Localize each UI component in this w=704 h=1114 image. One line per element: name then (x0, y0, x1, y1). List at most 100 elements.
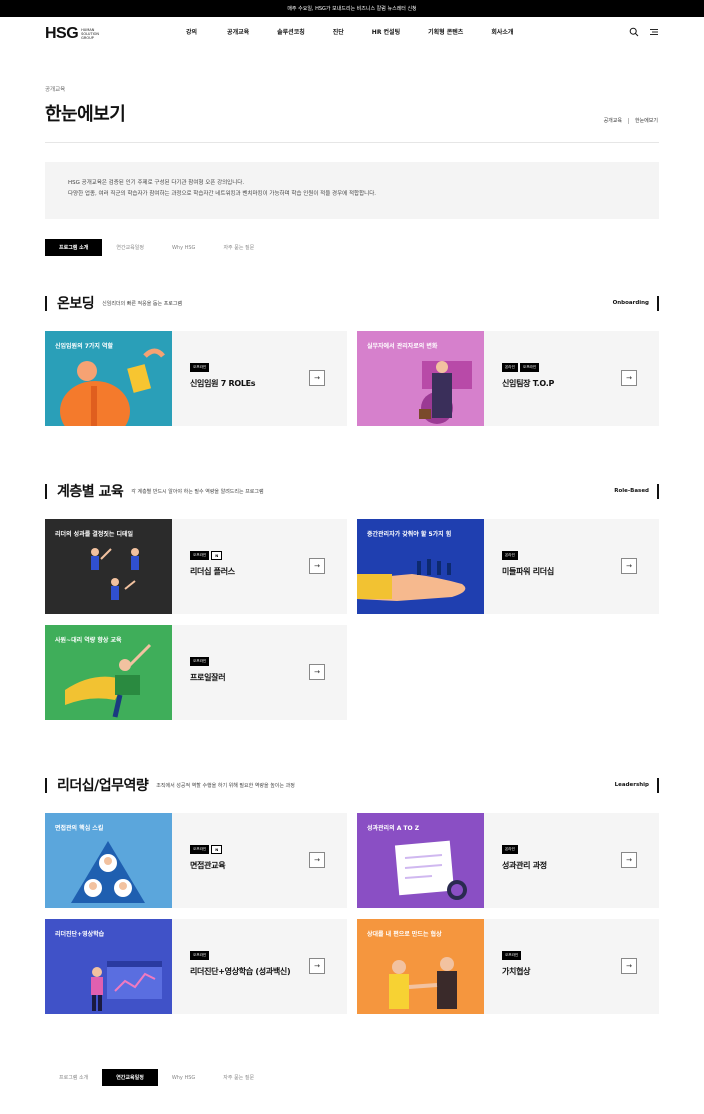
section-english-title: Role-Based (614, 488, 649, 494)
arrow-right-icon[interactable]: → (621, 852, 637, 868)
course-title[interactable]: 신임팀장 T.O.P (502, 378, 554, 389)
course-info: 오프라인 가치협상 (502, 951, 531, 977)
badge-online: 온라인 (502, 363, 518, 372)
course-info: 온라인 미들파워 리더십 (502, 551, 554, 577)
arrow-right-icon[interactable]: → (309, 664, 325, 680)
nav-item-about[interactable]: 회사소개 (491, 27, 513, 36)
course-card[interactable]: 중간관리자가 갖춰야 할 5가지 힘 온라인 미들파워 리더십 → (357, 519, 659, 614)
course-image: 상대를 내 편으로 만드는 협상 (357, 919, 484, 1014)
nav-item-open-education[interactable]: 공개교육 (227, 27, 249, 36)
course-image-caption: 리더진단+영상학습 (55, 931, 105, 938)
arrow-right-icon[interactable]: → (309, 958, 325, 974)
logo-subtext: HUMAN SOLUTION GROUP (81, 28, 100, 40)
section-title: 리더십/업무역량 (57, 778, 149, 794)
course-image: 리더진단+영상학습 (45, 919, 172, 1014)
menu-icon[interactable] (649, 27, 659, 37)
logo[interactable]: HSG HUMAN SOLUTION GROUP (45, 25, 111, 43)
badge-group: 오프라인 (190, 657, 225, 666)
course-info: 오프라인 신임임원 7 ROLEs (190, 363, 256, 389)
section-end-bar (657, 295, 659, 311)
title-divider (45, 142, 659, 143)
logo-text: HSG (45, 25, 79, 42)
course-card[interactable]: 리더진단+영상학습 오프라인 리더진단+영상학습 (성과백신) → (45, 919, 347, 1014)
tab-program-intro[interactable]: 프로그램 소개 (45, 239, 103, 256)
course-title[interactable]: 미들파워 리더십 (502, 566, 554, 577)
tab-why-hsg[interactable]: Why HSG (158, 239, 209, 256)
course-image-caption: 리더의 성과를 결정짓는 디테일 (55, 531, 134, 538)
course-image-caption: 상대를 내 편으로 만드는 협상 (367, 931, 442, 938)
course-info: 오프라인 리더진단+영상학습 (성과백신) (190, 951, 291, 977)
tab-faq[interactable]: 자주 묻는 질문 (209, 1069, 268, 1086)
tab-why-hsg[interactable]: Why HSG (158, 1069, 209, 1086)
course-image: 성과관리의 A TO Z (357, 813, 484, 908)
badge-new: N (211, 845, 223, 854)
badge-group: 오프라인 N (190, 845, 225, 854)
intro-line: HSG 공개교육은 검증된 인기 주제로 구성된 다기관 참여형 오픈 강의입니… (68, 180, 245, 186)
badge-group: 오프라인 (190, 951, 290, 960)
course-image-caption: 사원~대리 역량 향상 교육 (55, 637, 122, 644)
nav-item-planned-content[interactable]: 기획형 콘텐츠 (428, 27, 463, 36)
tab-annual-schedule[interactable]: 연간교육일정 (102, 239, 158, 256)
breadcrumb: 공개교육 한눈에보기 (604, 117, 658, 124)
section-english-title: Leadership (614, 782, 649, 788)
breadcrumb-item-overview[interactable]: 한눈에보기 (635, 117, 658, 124)
arrow-right-icon[interactable]: → (309, 370, 325, 386)
course-info: 오프라인 N 면접관교육 (190, 845, 226, 871)
arrow-right-icon[interactable]: → (309, 852, 325, 868)
breadcrumb-divider (627, 117, 629, 124)
course-card[interactable]: 상대를 내 편으로 만드는 협상 오프라인 가치협상 → (357, 919, 659, 1014)
course-info: 오프라인 N 리더십 플러스 (190, 551, 235, 577)
intro-line: 다양한 업종, 여러 직군의 학습자가 참여하는 과정으로 학습자간 네트워킹과… (68, 191, 377, 197)
topbar-text[interactable]: 매주 수요일, HSG가 보내드리는 비즈니스 칼럼 뉴스레터 신청 (287, 5, 416, 12)
course-title[interactable]: 가치협상 (502, 966, 531, 977)
course-card[interactable]: 신임임원의 7가지 역할 오프라인 신임임원 7 ROLEs → (45, 331, 347, 426)
course-image-caption: 실무자에서 관리자로의 변화 (367, 343, 438, 350)
course-title[interactable]: 면접관교육 (190, 860, 226, 871)
course-title[interactable]: 리더진단+영상학습 (성과백신) (190, 966, 291, 977)
newsletter-topbar[interactable]: 매주 수요일, HSG가 보내드리는 비즈니스 칼럼 뉴스레터 신청 (0, 0, 704, 17)
section-english-title: Onboarding (612, 300, 649, 306)
badge-offline: 오프라인 (190, 551, 210, 560)
course-image: 사원~대리 역량 향상 교육 (45, 625, 172, 720)
course-title[interactable]: 프로일잘러 (190, 672, 226, 683)
course-image: 실무자에서 관리자로의 변화 (357, 331, 484, 426)
intro-box: HSG 공개교육은 검증된 인기 주제로 구성된 다기관 참여형 오픈 강의입니… (45, 162, 659, 219)
course-title[interactable]: 신임임원 7 ROLEs (190, 378, 256, 389)
section-bar (45, 483, 47, 499)
section-bar (45, 295, 47, 311)
course-title[interactable]: 리더십 플러스 (190, 566, 235, 577)
nav-item-diagnosis[interactable]: 진단 (333, 27, 344, 36)
course-image-caption: 면접관의 핵심 스킬 (55, 825, 104, 832)
tab-faq[interactable]: 자주 묻는 질문 (209, 239, 268, 256)
badge-group: 온라인 (502, 845, 547, 854)
arrow-right-icon[interactable]: → (621, 558, 637, 574)
badge-online: 온라인 (502, 845, 518, 854)
badge-offline: 오프라인 (190, 363, 210, 372)
course-info: 온라인 성과관리 과정 (502, 845, 547, 871)
header-icons (629, 27, 659, 37)
course-card[interactable]: 리더의 성과를 결정짓는 디테일 오프라인 N 리더십 플러스 → (45, 519, 347, 614)
section-header-role-based: 계층별 교육 각 계층별 반드시 알아야 하는 필수 역량을 알려드리는 프로그… (45, 483, 659, 500)
badge-new: N (211, 551, 223, 560)
arrow-right-icon[interactable]: → (621, 958, 637, 974)
breadcrumb-item-open-education[interactable]: 공개교육 (604, 117, 622, 124)
course-image-caption: 성과관리의 A TO Z (367, 825, 420, 832)
course-card[interactable]: 성과관리의 A TO Z 온라인 성과관리 과정 → (357, 813, 659, 908)
arrow-right-icon[interactable]: → (309, 558, 325, 574)
course-card[interactable]: 실무자에서 관리자로의 변화 온라인 오프라인 신임팀장 T.O.P → (357, 331, 659, 426)
arrow-right-icon[interactable]: → (621, 370, 637, 386)
tab-program-intro[interactable]: 프로그램 소개 (45, 1069, 102, 1086)
nav-item-hr-consulting[interactable]: HR 컨설팅 (372, 27, 400, 36)
search-icon[interactable] (629, 27, 639, 37)
nav-item-lecture[interactable]: 강의 (186, 27, 197, 36)
badge-offline: 오프라인 (190, 951, 210, 960)
nav-item-solution-coaching[interactable]: 솔루션코칭 (277, 27, 305, 36)
section-end-bar (657, 777, 659, 793)
course-card[interactable]: 사원~대리 역량 향상 교육 오프라인 프로일잘러 → (45, 625, 347, 720)
badge-group: 오프라인 N (190, 551, 235, 560)
tab-annual-schedule[interactable]: 연간교육일정 (102, 1069, 158, 1086)
course-title[interactable]: 성과관리 과정 (502, 860, 547, 871)
course-card[interactable]: 면접관의 핵심 스킬 오프라인 N 면접관교육 → (45, 813, 347, 908)
course-image: 리더의 성과를 결정짓는 디테일 (45, 519, 172, 614)
site-header: HSG HUMAN SOLUTION GROUP 강의 공개교육 솔루션코칭 진… (0, 17, 704, 47)
